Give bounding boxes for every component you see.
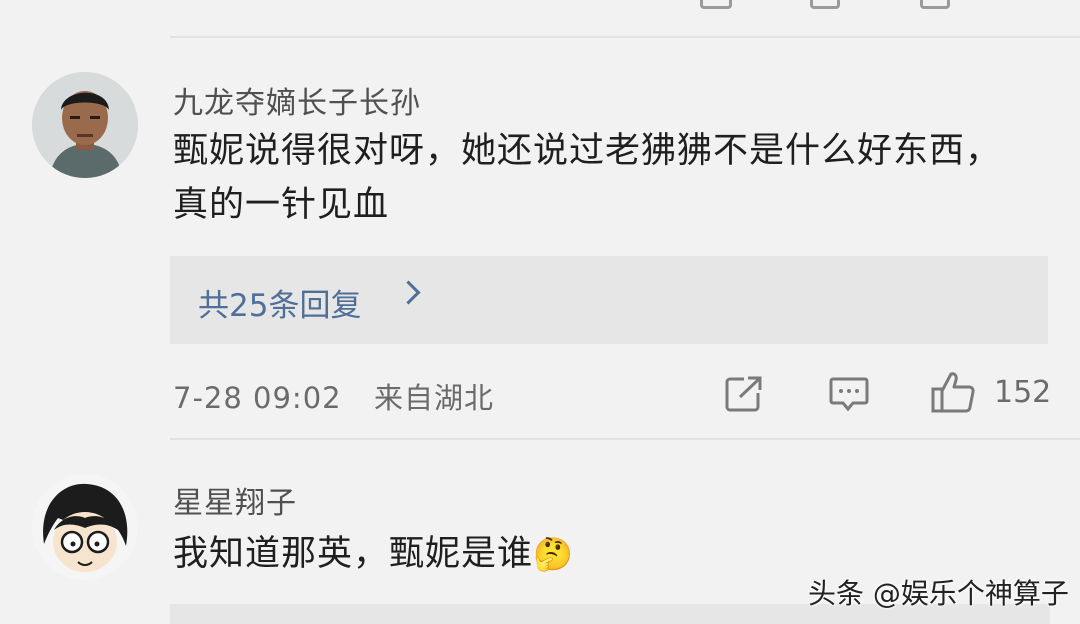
comment-text: 甄妮说得很对呀，她还说过老狒狒不是什么好东西，真的一针见血 <box>173 131 1002 225</box>
chevron-right-icon <box>396 280 421 305</box>
share-icon[interactable] <box>724 375 764 413</box>
thinking-emoji: 🤔 <box>533 535 574 573</box>
comment-icon[interactable] <box>828 375 870 415</box>
divider <box>170 438 1080 440</box>
like-icon[interactable] <box>930 370 976 414</box>
comment-text: 我知道那英，甄妮是谁🤔 <box>173 527 574 581</box>
comment-meta: 7-28 09:02 来自湖北 <box>173 375 494 417</box>
avatar-image <box>32 474 138 580</box>
divider <box>170 36 1080 38</box>
comment-location: 来自湖北 <box>374 381 495 415</box>
avatar[interactable] <box>32 474 138 580</box>
previous-item-actions <box>690 0 990 9</box>
comment-text-body: 我知道那英，甄妮是谁 <box>173 534 534 574</box>
username[interactable]: 星星翔子 <box>173 478 297 522</box>
username[interactable]: 九龙夺嫡长子长孙 <box>173 78 421 122</box>
replies-count-label: 共25条回复 <box>198 288 362 324</box>
comment-time: 7-28 09:02 <box>173 381 342 415</box>
like-count: 152 <box>994 375 1052 410</box>
view-replies-button[interactable]: 共25条回复 <box>170 256 1048 344</box>
watermark: 头条 @娱乐个神算子 <box>808 577 1069 610</box>
avatar[interactable] <box>32 72 138 178</box>
avatar-image <box>32 72 138 178</box>
